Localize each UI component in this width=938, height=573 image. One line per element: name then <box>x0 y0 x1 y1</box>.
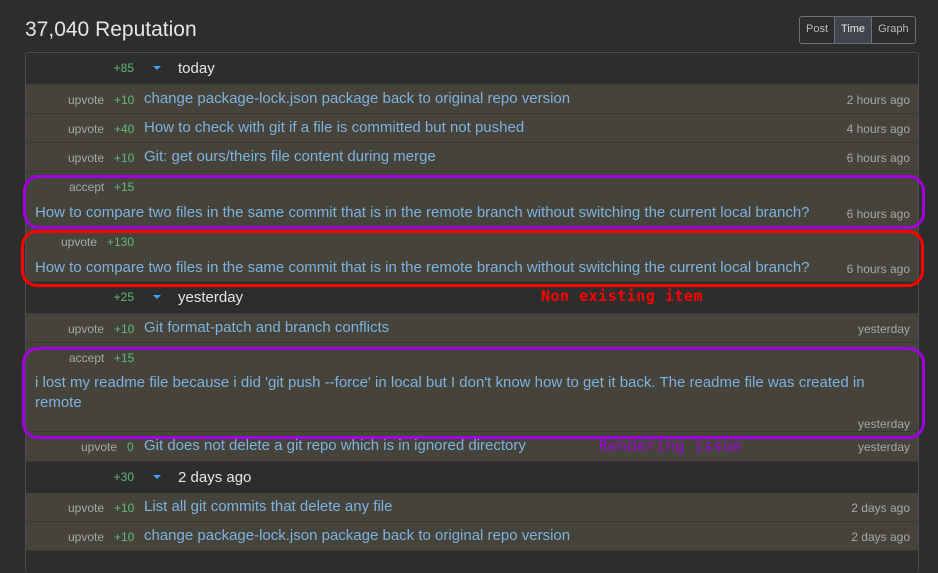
event-amount: +10 <box>114 322 135 336</box>
post-link[interactable]: change package-lock.json package back to… <box>144 526 570 546</box>
event-time: 2 days ago <box>851 501 910 515</box>
event-time: 4 hours ago <box>846 122 910 136</box>
event-time: yesterday <box>857 417 910 431</box>
post-link[interactable]: Git does not delete a git repo which is … <box>144 436 526 456</box>
group-total: +25 <box>113 290 134 304</box>
list-item: upvote +10 change package-lock.json pack… <box>26 85 918 114</box>
post-link[interactable]: How to compare two files in the same com… <box>35 203 810 223</box>
event-type: upvote <box>68 322 105 336</box>
event-amount: +130 <box>107 235 135 249</box>
group-label: 2 days ago <box>178 469 252 486</box>
event-type: upvote <box>68 122 105 136</box>
list-item: upvote +40 How to check with git if a fi… <box>26 114 918 143</box>
caret-down-icon[interactable] <box>153 475 161 479</box>
event-type: upvote <box>68 93 105 107</box>
event-amount: +10 <box>114 530 135 544</box>
event-type: upvote <box>68 530 105 544</box>
group-total: +85 <box>113 61 134 75</box>
post-link[interactable]: i lost my readme file because i did 'git… <box>35 373 895 413</box>
event-type: accept <box>69 351 105 365</box>
post-link[interactable]: Git format-patch and branch conflicts <box>144 318 389 338</box>
event-amount: +10 <box>114 93 135 107</box>
event-type: upvote <box>68 501 105 515</box>
list-item: upvote +10 Git format-patch and branch c… <box>26 314 918 343</box>
annotation-rendering-label: Rendering issue <box>599 437 742 455</box>
event-amount: +10 <box>114 501 135 515</box>
view-toggle: Post Time Graph <box>799 16 916 44</box>
tab-post[interactable]: Post <box>800 17 836 43</box>
reputation-timeline: +85 today upvote +10 change package-lock… <box>25 52 919 573</box>
post-link[interactable]: How to check with git if a file is commi… <box>144 118 524 138</box>
event-amount: +15 <box>114 180 135 194</box>
event-type: upvote <box>68 151 105 165</box>
post-link[interactable]: How to compare two files in the same com… <box>35 258 810 278</box>
event-time: 6 hours ago <box>846 262 910 276</box>
group-header-yesterday: +25 yesterday <box>26 282 918 314</box>
group-label: today <box>178 60 215 77</box>
group-label: yesterday <box>178 289 244 306</box>
event-time: 2 days ago <box>851 530 910 544</box>
post-link[interactable]: List all git commits that delete any fil… <box>144 497 392 517</box>
group-total: +30 <box>113 470 134 484</box>
group-header-today: +85 today <box>26 53 918 85</box>
caret-down-icon[interactable] <box>153 66 161 70</box>
group-header-2-days-ago: +30 2 days ago <box>26 462 918 494</box>
tab-graph[interactable]: Graph <box>872 17 915 43</box>
post-link[interactable]: Git: get ours/theirs file content during… <box>144 147 436 167</box>
event-type: accept <box>69 180 105 194</box>
event-time: 6 hours ago <box>846 151 910 165</box>
list-item: upvote 0 Git does not delete a git repo … <box>26 432 918 462</box>
event-amount: +40 <box>114 122 135 136</box>
event-time: 6 hours ago <box>846 207 910 221</box>
event-time: yesterday <box>857 322 910 336</box>
list-item: upvote +10 Git: get ours/theirs file con… <box>26 143 918 172</box>
list-item: upvote +130 How to compare two files in … <box>26 227 918 282</box>
event-amount: +15 <box>114 351 135 365</box>
list-item: upvote +10 change package-lock.json pack… <box>26 522 918 551</box>
event-time: 2 hours ago <box>846 93 910 107</box>
list-item: accept +15 How to compare two files in t… <box>26 172 918 227</box>
caret-down-icon[interactable] <box>153 295 161 299</box>
annotation-non-existing-label: Non existing item <box>541 287 704 305</box>
list-item: accept +15 i lost my readme file because… <box>26 343 918 432</box>
event-time: yesterday <box>857 440 910 454</box>
post-link[interactable]: change package-lock.json package back to… <box>144 89 570 109</box>
event-type: upvote <box>61 235 98 249</box>
event-type: upvote <box>81 440 118 454</box>
list-item: upvote +10 List all git commits that del… <box>26 493 918 522</box>
tab-time[interactable]: Time <box>835 17 873 43</box>
event-amount: 0 <box>127 440 134 454</box>
event-amount: +10 <box>114 151 135 165</box>
page-title: 37,040 Reputation <box>25 18 197 41</box>
